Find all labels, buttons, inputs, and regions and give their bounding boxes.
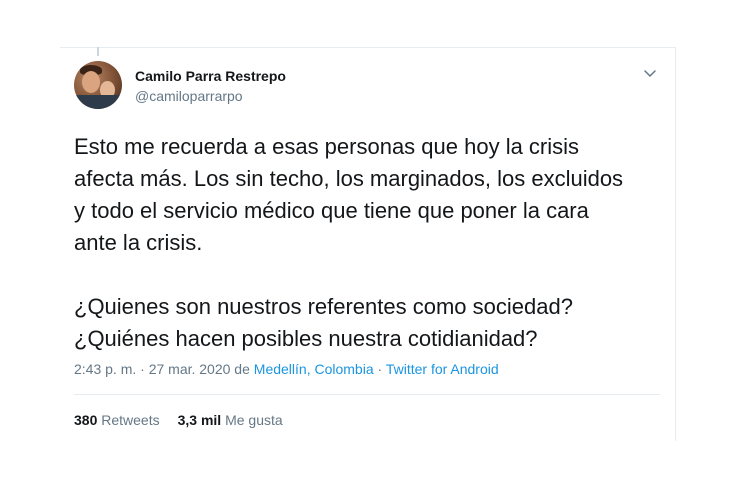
meta-separator: · [373,361,386,377]
retweets-count: 380 [74,412,98,428]
chevron-down-icon[interactable] [643,66,657,80]
author-name[interactable]: Camilo Parra Restrepo [135,68,286,84]
author-handle[interactable]: @camiloparrarpo [135,88,243,104]
likes-label: Me gusta [225,412,283,428]
likes-count: 3,3 mil [177,412,222,428]
retweets-label: Retweets [101,412,160,428]
tweet-stats: 380 Retweets 3,3 mil Me gusta [74,412,283,428]
likes-stat[interactable]: 3,3 mil Me gusta [178,412,283,428]
tweet-timestamp[interactable]: 2:43 p. m. · 27 mar. 2020 [74,361,230,377]
retweets-stat[interactable]: 380 Retweets [74,412,160,428]
divider [74,394,660,395]
tweet-text: Esto me recuerda a esas personas que hoy… [74,134,624,351]
from-word: de [230,361,254,377]
location-link[interactable]: Medellín, Colombia [254,361,374,377]
thread-line [97,47,99,56]
tweet-meta: 2:43 p. m. · 27 mar. 2020 de Medellín, C… [74,361,499,377]
source-link[interactable]: Twitter for Android [386,361,499,377]
avatar[interactable] [74,61,122,109]
